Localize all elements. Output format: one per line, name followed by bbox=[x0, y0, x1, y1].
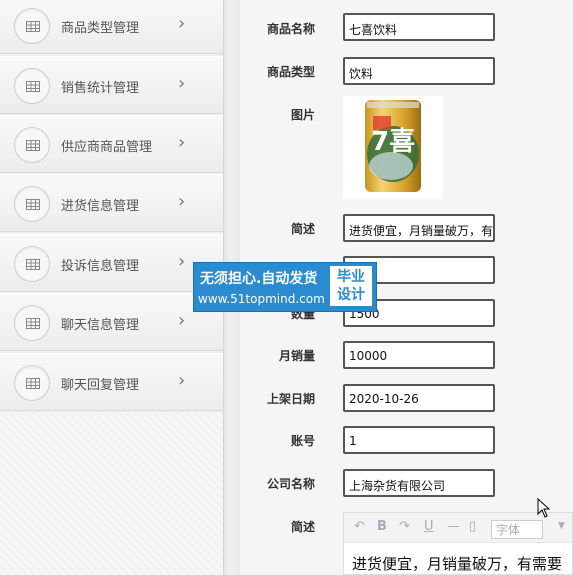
description-label: 简述 bbox=[290, 520, 315, 534]
monthly-sales-label: 月销量 bbox=[278, 349, 315, 363]
sidebar-empty-area bbox=[0, 412, 223, 575]
account-label: 账号 bbox=[290, 434, 315, 448]
sidebar-item-label: 供应商商品管理 bbox=[61, 140, 153, 155]
company-label: 公司名称 bbox=[266, 477, 315, 491]
product-image: 7喜 bbox=[343, 96, 443, 199]
grid-icon bbox=[14, 8, 50, 44]
watermark-badge-line2: 设计 bbox=[337, 287, 365, 303]
monthly-sales-field[interactable]: 10000 bbox=[343, 341, 495, 369]
product-name-label: 商品名称 bbox=[266, 22, 315, 36]
sidebar-item-label: 聊天回复管理 bbox=[61, 378, 140, 393]
watermark-url: www.51topmind.com bbox=[198, 292, 325, 306]
sidebar-item-sales-stats[interactable]: 销售统计管理 › bbox=[0, 56, 223, 114]
rich-text-editor[interactable]: 进货便宜，月销量破万，有需要 bbox=[343, 542, 573, 575]
underline-icon[interactable]: U bbox=[424, 519, 434, 534]
grid-icon bbox=[14, 365, 50, 401]
summary-field[interactable]: 进货便宜，月销量破万，有需要 bbox=[343, 214, 495, 242]
chevron-right-icon: › bbox=[178, 73, 186, 94]
chevron-right-icon: › bbox=[178, 13, 186, 34]
summary-label: 简述 bbox=[290, 222, 315, 236]
sidebar-item-chat-reply[interactable]: 聊天回复管理 › bbox=[0, 353, 223, 411]
company-field[interactable]: 上海杂货有限公司 bbox=[343, 469, 495, 497]
mouse-cursor-icon bbox=[537, 498, 551, 518]
product-name-field[interactable]: 七喜饮料 bbox=[343, 13, 495, 41]
watermark-badge: 毕业 设计 bbox=[330, 266, 372, 306]
chevron-right-icon: › bbox=[178, 191, 186, 212]
product-image-logo: 7喜 bbox=[371, 127, 415, 157]
sidebar-item-label: 进货信息管理 bbox=[61, 199, 140, 214]
chevron-down-icon[interactable]: ▼ bbox=[558, 521, 565, 531]
sidebar-item-product-type[interactable]: 商品类型管理 › bbox=[0, 0, 223, 54]
sidebar-item-label: 商品类型管理 bbox=[61, 21, 140, 36]
sidebar-item-supplier-products[interactable]: 供应商商品管理 › bbox=[0, 115, 223, 173]
sidebar-item-label: 销售统计管理 bbox=[61, 81, 140, 96]
sidebar-item-label: 聊天信息管理 bbox=[61, 318, 140, 333]
watermark-badge-line1: 毕业 bbox=[337, 269, 365, 285]
chevron-right-icon: › bbox=[178, 132, 186, 153]
listed-date-label: 上架日期 bbox=[266, 392, 315, 406]
chevron-right-icon: › bbox=[178, 251, 186, 272]
image-label: 图片 bbox=[290, 108, 315, 122]
sidebar-item-chat-info[interactable]: 聊天信息管理 › bbox=[0, 293, 223, 351]
horizontal-rule-icon[interactable]: — bbox=[447, 519, 460, 534]
font-select[interactable]: 字体 bbox=[491, 520, 544, 539]
document-icon[interactable]: ▯ bbox=[469, 519, 476, 534]
redo-icon[interactable]: ↷ bbox=[399, 519, 410, 534]
sidebar-item-label: 投诉信息管理 bbox=[61, 259, 140, 274]
listed-date-field[interactable]: 2020-10-26 bbox=[343, 384, 495, 412]
grid-icon bbox=[14, 186, 50, 222]
grid-icon bbox=[14, 305, 50, 341]
sidebar-item-purchase-info[interactable]: 进货信息管理 › bbox=[0, 174, 223, 232]
sidebar-item-complaints[interactable]: 投诉信息管理 › bbox=[0, 234, 223, 292]
watermark-banner: 无须担心.自动发货 www.51topmind.com 毕业 设计 bbox=[193, 262, 377, 312]
product-type-label: 商品类型 bbox=[266, 65, 315, 79]
sidebar: 商品类型管理 › 销售统计管理 › 供应商商品管理 › 进货信息管理 › 投诉信… bbox=[0, 0, 223, 575]
chevron-right-icon: › bbox=[178, 310, 186, 331]
product-type-field[interactable]: 饮料 bbox=[343, 57, 495, 85]
undo-icon[interactable]: ↶ bbox=[354, 519, 365, 534]
grid-icon bbox=[14, 246, 50, 282]
grid-icon bbox=[14, 127, 50, 163]
bold-icon[interactable]: B bbox=[377, 519, 387, 534]
watermark-line1: 无须担心.自动发货 bbox=[200, 271, 318, 287]
account-field[interactable]: 1 bbox=[343, 426, 495, 454]
grid-icon bbox=[14, 68, 50, 104]
chevron-right-icon: › bbox=[178, 370, 186, 391]
